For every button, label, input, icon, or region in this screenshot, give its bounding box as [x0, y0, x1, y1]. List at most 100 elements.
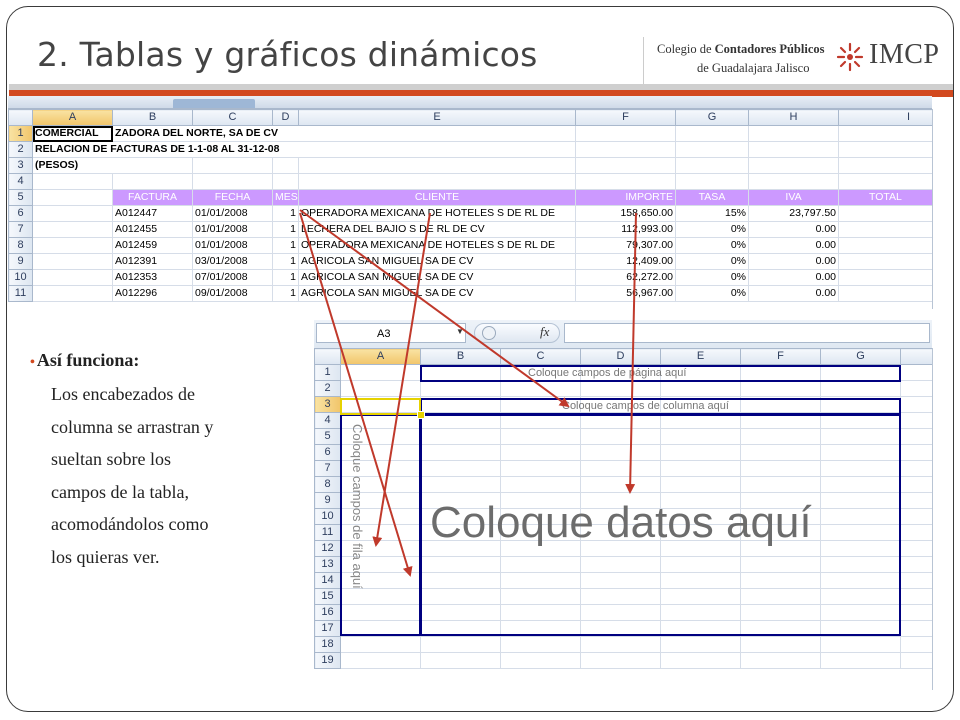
row-header[interactable]: 8: [8, 237, 33, 254]
cell[interactable]: 0%: [675, 221, 749, 238]
row-header[interactable]: 6: [8, 205, 33, 222]
cell[interactable]: [900, 556, 932, 573]
cell[interactable]: 09/01/2008: [192, 285, 273, 302]
cell[interactable]: [900, 444, 932, 461]
name-box[interactable]: A3: [316, 323, 466, 343]
cell[interactable]: [900, 604, 932, 621]
cell[interactable]: [900, 380, 932, 397]
header-importe[interactable]: IMPORTE: [575, 189, 676, 206]
cell[interactable]: [580, 636, 661, 653]
cell[interactable]: 1: [272, 285, 299, 302]
cell[interactable]: [192, 157, 273, 174]
col-header-c[interactable]: C: [192, 109, 273, 126]
row-header[interactable]: 3: [8, 157, 33, 174]
cell[interactable]: 62,272.: [838, 269, 932, 286]
cell[interactable]: [340, 380, 421, 397]
col-header-f[interactable]: F: [740, 348, 821, 365]
cell[interactable]: [675, 141, 749, 158]
cell[interactable]: [420, 652, 501, 669]
cell[interactable]: 182,447.: [838, 205, 932, 222]
cell[interactable]: A012459: [112, 237, 193, 254]
cell[interactable]: [675, 157, 749, 174]
row-header[interactable]: 5: [314, 428, 341, 445]
col-header-h[interactable]: [900, 348, 932, 365]
chevron-down-icon[interactable]: ▼: [456, 327, 464, 336]
cell[interactable]: [272, 173, 299, 190]
row-header[interactable]: 4: [8, 173, 33, 190]
cell[interactable]: [675, 173, 749, 190]
cell[interactable]: 0%: [675, 285, 749, 302]
cell[interactable]: [340, 636, 421, 653]
cell[interactable]: [675, 125, 749, 142]
cell[interactable]: [575, 141, 676, 158]
cell[interactable]: [575, 125, 676, 142]
cell[interactable]: 23,797.50: [748, 205, 839, 222]
header-cliente[interactable]: CLIENTE: [298, 189, 576, 206]
cell[interactable]: 0%: [675, 237, 749, 254]
cell[interactable]: [900, 460, 932, 477]
cell[interactable]: 158,650.00: [575, 205, 676, 222]
row-header[interactable]: 11: [314, 524, 341, 541]
cell[interactable]: [575, 157, 676, 174]
row-header[interactable]: 5: [8, 189, 33, 206]
cell[interactable]: [900, 652, 932, 669]
cell[interactable]: [900, 476, 932, 493]
source-worksheet[interactable]: A B C D E F G H I 1 COMERCIAL ZADORA DEL…: [8, 109, 933, 309]
active-cell-a3[interactable]: [340, 398, 421, 415]
cell[interactable]: [340, 652, 421, 669]
row-header[interactable]: 17: [314, 620, 341, 637]
col-header-g[interactable]: G: [820, 348, 901, 365]
cell[interactable]: 79,307.00: [575, 237, 676, 254]
cell[interactable]: [748, 157, 839, 174]
cell[interactable]: AGRICOLA SAN MIGUEL SA DE CV: [298, 269, 576, 286]
cell[interactable]: [838, 173, 932, 190]
cell[interactable]: [32, 253, 113, 270]
cell[interactable]: [500, 380, 581, 397]
cell[interactable]: 15%: [675, 205, 749, 222]
cell[interactable]: 79,307.: [838, 237, 932, 254]
cell-a1[interactable]: COMERCIAL: [32, 125, 113, 142]
col-header-e[interactable]: E: [298, 109, 576, 126]
row-header[interactable]: 9: [314, 492, 341, 509]
row-header[interactable]: 4: [314, 412, 341, 429]
cell[interactable]: [340, 364, 421, 381]
cell[interactable]: A012455: [112, 221, 193, 238]
select-all-corner[interactable]: [314, 348, 341, 365]
pivot-data-dropzone[interactable]: Coloque datos aquí: [420, 414, 901, 636]
cell[interactable]: 1: [272, 253, 299, 270]
cell-b1[interactable]: ZADORA DEL NORTE, SA DE CV: [112, 125, 576, 142]
cancel-circle-icon[interactable]: [482, 326, 496, 340]
col-header-e[interactable]: E: [660, 348, 741, 365]
col-header-b[interactable]: B: [420, 348, 501, 365]
row-header[interactable]: 1: [314, 364, 341, 381]
cell[interactable]: OPERADORA MEXICANA DE HOTELES S DE RL DE: [298, 237, 576, 254]
select-all-corner[interactable]: [8, 109, 33, 126]
cell[interactable]: [660, 636, 741, 653]
cell[interactable]: 01/01/2008: [192, 205, 273, 222]
cell[interactable]: 1: [272, 237, 299, 254]
cell[interactable]: 62,272.00: [575, 269, 676, 286]
row-header[interactable]: 8: [314, 476, 341, 493]
cell[interactable]: 0%: [675, 269, 749, 286]
cell[interactable]: [900, 620, 932, 637]
row-header[interactable]: 2: [8, 141, 33, 158]
cell[interactable]: [32, 189, 113, 206]
col-header-i[interactable]: I: [838, 109, 932, 126]
row-header[interactable]: 10: [8, 269, 33, 286]
row-header[interactable]: 7: [314, 460, 341, 477]
pivot-page-fields-dropzone[interactable]: Coloque campos de página aquí: [420, 365, 901, 382]
cell[interactable]: [420, 636, 501, 653]
cell[interactable]: [740, 380, 821, 397]
row-header[interactable]: 9: [8, 253, 33, 270]
cell[interactable]: 01/01/2008: [192, 221, 273, 238]
cell[interactable]: [660, 652, 741, 669]
cell[interactable]: [580, 380, 661, 397]
cell[interactable]: [820, 652, 901, 669]
cell[interactable]: 0.00: [748, 285, 839, 302]
cell[interactable]: 0.00: [748, 237, 839, 254]
cell[interactable]: [748, 141, 839, 158]
cell[interactable]: [900, 636, 932, 653]
row-header[interactable]: 19: [314, 652, 341, 669]
col-header-d[interactable]: D: [272, 109, 299, 126]
header-mes[interactable]: MES: [272, 189, 299, 206]
